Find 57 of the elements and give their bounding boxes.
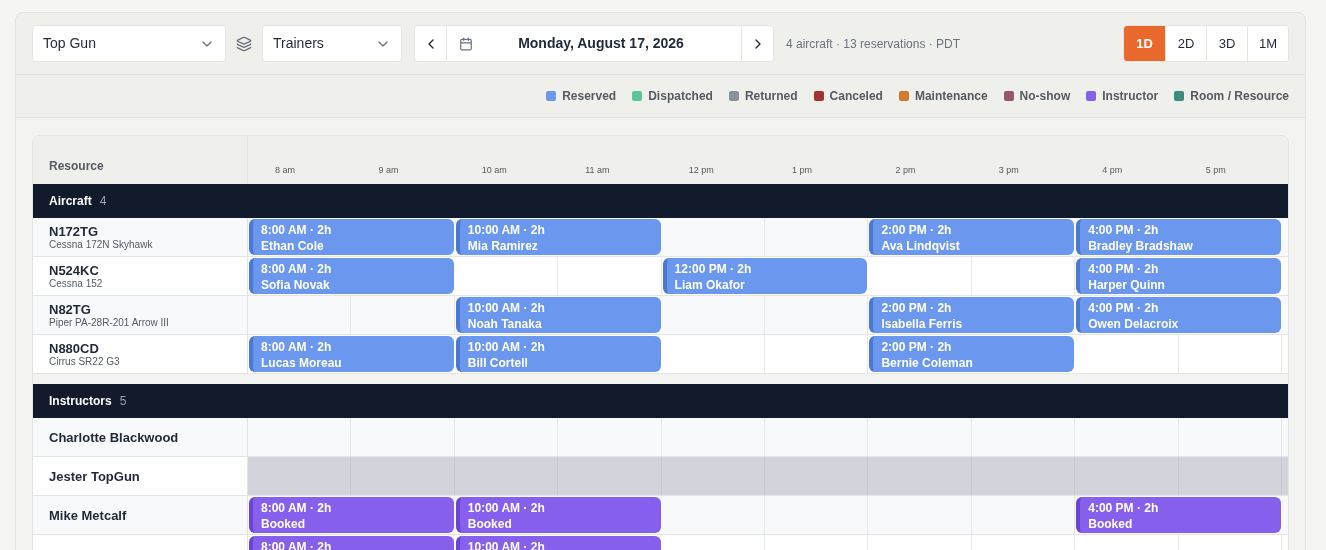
group-dropdown[interactable]: Trainers bbox=[262, 25, 402, 62]
hour-label: 3 pm bbox=[998, 165, 1019, 175]
booking-block[interactable]: 2:00 PM · 2h Isabella Ferris bbox=[869, 297, 1075, 333]
booking-block[interactable]: 10:00 AM · 2h Booked bbox=[455, 497, 661, 533]
location-dropdown[interactable]: Top Gun bbox=[32, 25, 226, 62]
booking-block[interactable]: 4:00 PM · 2h Harper Quinn bbox=[1076, 258, 1281, 294]
hour-label: 5 pm bbox=[1205, 165, 1226, 175]
view-tab[interactable]: 1M bbox=[1247, 26, 1288, 61]
legend-label: Dispatched bbox=[648, 88, 713, 105]
section-count: 4 bbox=[99, 193, 107, 210]
booking-block[interactable]: 8:00 AM · 2h Ethan Cole bbox=[249, 219, 454, 255]
booking-block[interactable]: 8:00 AM · 2h Booked bbox=[249, 497, 454, 533]
hour-label: 10 am bbox=[481, 165, 507, 175]
hour-label: 9 am bbox=[378, 165, 399, 175]
legend-label: Returned bbox=[744, 88, 798, 105]
booking-block[interactable]: 4:00 PM · 2h Booked bbox=[1076, 497, 1281, 533]
calendar-icon bbox=[459, 36, 473, 51]
hour-label: 12 pm bbox=[688, 165, 714, 175]
booking-block[interactable]: 10:00 AM · 2h Bill Cortell bbox=[455, 336, 661, 372]
view-tab[interactable]: 1D bbox=[1124, 26, 1165, 61]
hour-label: 4 pm bbox=[1102, 165, 1123, 175]
hour-label: 8 am bbox=[275, 165, 295, 175]
resource-name: N880CD bbox=[49, 340, 100, 356]
section-title: Aircraft bbox=[49, 193, 92, 210]
resource-name: N82TG bbox=[49, 301, 92, 317]
hour-label: 1 pm bbox=[792, 165, 813, 175]
resource-model: Cirrus SR22 G3 bbox=[49, 355, 121, 368]
booking-block[interactable]: 2:00 PM · 2h Ava Lindqvist bbox=[869, 219, 1075, 255]
resource-name: N172TG bbox=[49, 223, 100, 239]
legend-label: Maintenance bbox=[914, 88, 988, 105]
legend-label: Instructor bbox=[1102, 88, 1159, 105]
layers-icon bbox=[236, 35, 252, 52]
hour-label: 2 pm bbox=[895, 165, 916, 175]
hour-label: 11 am bbox=[585, 165, 610, 175]
booking-block[interactable]: 8:00 AM · 2h Lucas Moreau bbox=[249, 336, 454, 372]
resource-model: Piper PA-28R-201 Arrow III bbox=[49, 316, 170, 329]
section-title: Instructors bbox=[49, 393, 112, 410]
resource-name: Mike Metcalf bbox=[49, 507, 128, 523]
resource-model: Cessna 172N Skyhawk bbox=[49, 238, 154, 251]
booking-block[interactable]: 8:00 AM · 2h Sofia Novak bbox=[249, 258, 454, 294]
resource-name: Jester TopGun bbox=[49, 468, 141, 484]
resource-model: Cessna 152 bbox=[49, 277, 104, 290]
section-count: 5 bbox=[119, 393, 127, 410]
legend-label: Room / Resource bbox=[1190, 88, 1289, 105]
resource-name: Charlotte Blackwood bbox=[49, 429, 180, 445]
booking-block[interactable]: 2:00 PM · 2h Bernie Coleman bbox=[869, 336, 1075, 372]
booking-block[interactable]: 10:00 AM · 2h Mia Ramirez bbox=[455, 219, 661, 255]
booking-block[interactable]: 4:00 PM · 2h Bradley Bradshaw bbox=[1076, 219, 1281, 255]
booking-block[interactable]: 4:00 PM · 2h Owen Delacroix bbox=[1076, 297, 1281, 333]
schedule-summary: 4 aircraft · 13 reservations · PDT bbox=[786, 35, 961, 53]
legend-label: Canceled bbox=[829, 88, 883, 105]
legend-label: Reserved bbox=[562, 88, 617, 105]
booking-block[interactable]: 10:00 AM · 2h Noah Tanaka bbox=[455, 297, 661, 333]
resource-name: N524KC bbox=[49, 262, 100, 278]
resource-heading: Resource bbox=[49, 158, 104, 175]
legend-label: No-show bbox=[1019, 88, 1071, 105]
booking-block[interactable]: 12:00 PM · 2h Liam Okafor bbox=[662, 258, 868, 294]
